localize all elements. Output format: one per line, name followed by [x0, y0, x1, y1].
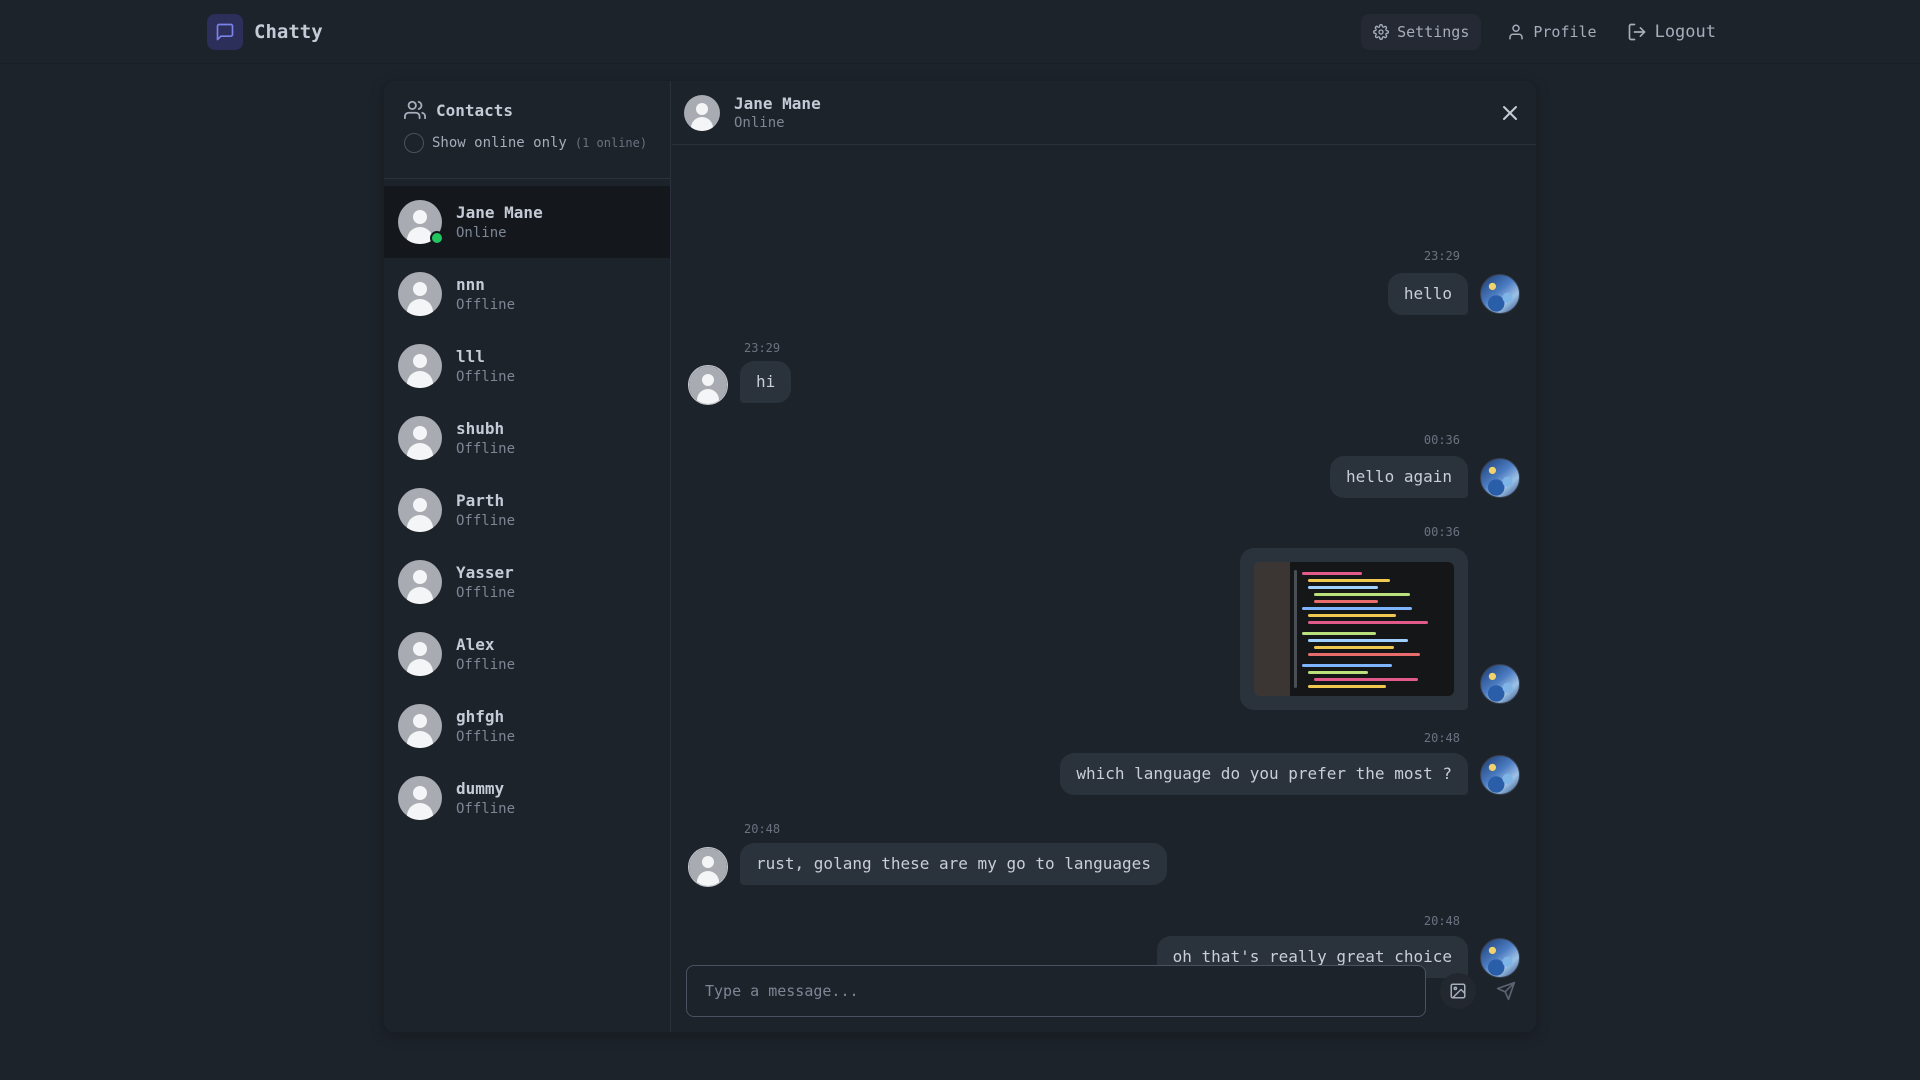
online-status-dot [430, 231, 444, 245]
image-message[interactable] [1240, 548, 1468, 710]
avatar [398, 488, 442, 532]
contact-name: shubh [456, 419, 505, 438]
logout-icon [1628, 23, 1645, 41]
contact-status: Offline [456, 585, 516, 601]
send-icon [1496, 981, 1516, 1001]
avatar [398, 272, 442, 316]
settings-button[interactable]: Settings [1361, 14, 1482, 50]
profile-button[interactable]: Profile [1495, 14, 1608, 50]
chat-header: Jane Mane Online [672, 81, 1536, 145]
avatar [398, 416, 442, 460]
contact-name: Parth [456, 491, 505, 510]
contact-status: Offline [456, 369, 516, 385]
avatar [398, 200, 444, 245]
contact-name: nnn [456, 275, 485, 294]
users-icon [404, 100, 426, 120]
chat-contact-status: Online [734, 115, 785, 131]
message-list: 23:29 hello 23:29 hi 00:36 hello again 0… [672, 146, 1536, 978]
message-time: 20:48 [1423, 731, 1460, 745]
contact-status: Offline [456, 729, 516, 745]
image-icon [1450, 983, 1466, 999]
online-only-checkbox[interactable] [404, 133, 424, 153]
message-bubble: hello [1387, 273, 1468, 315]
avatar [398, 704, 442, 748]
app-name: Chatty [254, 21, 323, 43]
brand[interactable]: Chatty [207, 14, 323, 50]
online-filter: Show online only (1 online) [404, 133, 670, 153]
contacts-title-label: Contacts [436, 100, 514, 120]
online-only-label: Show online only [432, 135, 567, 151]
contact-list: Jane Mane Online nnn Offline lll Offline [384, 179, 670, 834]
contact-name: Jane Mane [456, 203, 543, 222]
chat-contact-name: Jane Mane [734, 94, 821, 113]
contact-name: Alex [456, 635, 495, 654]
message-time: 23:29 [1423, 249, 1460, 263]
settings-label: Settings [1397, 23, 1470, 41]
contacts-sidebar: Contacts Show online only (1 online) Jan… [384, 81, 671, 1032]
profile-label: Profile [1533, 23, 1597, 41]
avatar [688, 365, 728, 405]
contact-name: Yasser [456, 563, 514, 582]
contact-item[interactable]: Jane Mane Online [384, 186, 670, 258]
contact-name: lll [456, 347, 485, 366]
message-bubble: hi [740, 361, 792, 403]
logout-label: Logout [1654, 22, 1716, 42]
user-icon [1509, 24, 1524, 40]
contact-item[interactable]: nnn Offline [384, 258, 670, 330]
message-bubble: hello again [1330, 456, 1468, 498]
avatar [398, 344, 442, 388]
online-count: (1 online) [574, 136, 648, 150]
close-icon[interactable] [1498, 101, 1522, 125]
avatar [1480, 938, 1520, 978]
chat-window: Jane Mane Online 23:29 hello 23:29 hi 00… [672, 81, 1536, 1032]
message-input[interactable] [687, 966, 1425, 1016]
message-time: 20:48 [1423, 914, 1460, 928]
avatar [1480, 755, 1520, 795]
nav-actions: Settings Profile Logout [1361, 14, 1720, 50]
contact-status: Offline [456, 657, 516, 673]
message-time: 23:29 [744, 341, 781, 355]
contact-name: ghfgh [456, 707, 505, 726]
message-composer [686, 965, 1426, 1017]
send-button[interactable] [1488, 973, 1524, 1009]
chat-panel: Contacts Show online only (1 online) Jan… [384, 81, 1536, 1032]
avatar [398, 776, 442, 820]
message-time: 00:36 [1423, 525, 1460, 539]
contact-item[interactable]: shubh Offline [384, 402, 670, 474]
message-bubble: rust, golang these are my go to language… [740, 843, 1167, 885]
contact-item[interactable]: Yasser Offline [384, 546, 670, 618]
avatar [398, 632, 442, 676]
avatar [688, 847, 728, 887]
contact-name: dummy [456, 779, 505, 798]
avatar [1480, 458, 1520, 498]
contact-status: Offline [456, 297, 516, 313]
message-bubble: which language do you prefer the most ? [1060, 753, 1468, 795]
gear-icon [1373, 24, 1390, 40]
contact-status: Offline [456, 801, 516, 817]
avatar [1480, 664, 1520, 704]
avatar [398, 560, 442, 604]
avatar [1480, 274, 1520, 314]
logout-button[interactable]: Logout [1623, 14, 1720, 50]
attach-image-button[interactable] [1440, 973, 1476, 1009]
contact-status: Offline [456, 441, 516, 457]
contact-item[interactable]: Alex Offline [384, 618, 670, 690]
sidebar-header: Contacts Show online only (1 online) [384, 81, 670, 179]
avatar [684, 94, 720, 131]
contact-item[interactable]: dummy Offline [384, 762, 670, 834]
code-screenshot-image [1254, 562, 1454, 696]
top-navbar: Chatty Settings Profile Logout [0, 0, 1920, 64]
message-time: 00:36 [1423, 433, 1460, 447]
contact-status: Offline [456, 513, 516, 529]
chat-bubble-icon [207, 14, 243, 50]
contact-item[interactable]: lll Offline [384, 330, 670, 402]
contact-status: Online [456, 225, 507, 241]
message-time: 20:48 [744, 822, 781, 836]
contact-item[interactable]: Parth Offline [384, 474, 670, 546]
contacts-title: Contacts [404, 99, 670, 121]
contact-item[interactable]: ghfgh Offline [384, 690, 670, 762]
